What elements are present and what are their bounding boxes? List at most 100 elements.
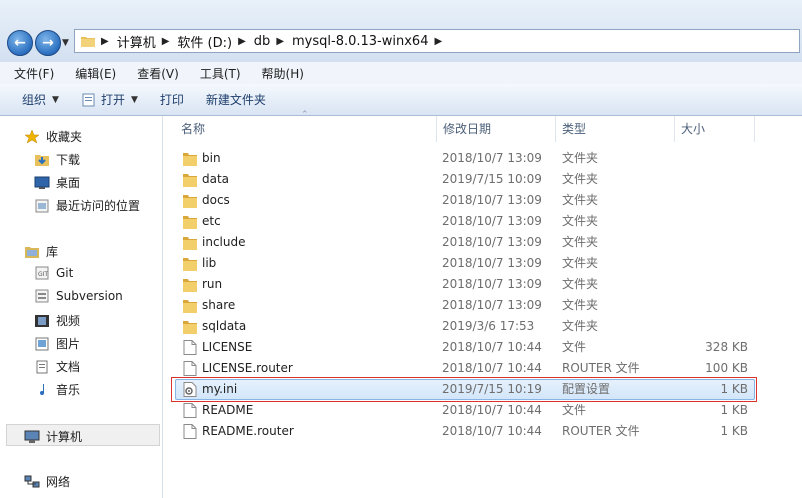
back-button[interactable]: ← (7, 30, 33, 56)
chevron-down-icon: ▼ (130, 94, 138, 105)
file-row[interactable]: LICENSE 2018/10/7 10:44 文件 328 KB (163, 337, 802, 358)
open-button[interactable]: 打开 ▼ (81, 91, 138, 108)
nav-pictures[interactable]: 图片 (34, 335, 80, 352)
column-type[interactable]: 类型 (555, 116, 674, 142)
file-name: lib (202, 256, 217, 270)
file-date: 2018/10/7 13:09 (442, 235, 542, 249)
breadcrumb-computer[interactable]: 计算机 ▶ (117, 32, 178, 51)
file-date: 2018/10/7 13:09 (442, 256, 542, 270)
folder-icon (183, 321, 197, 334)
file-name: LICENSE (202, 340, 253, 354)
menu-edit[interactable]: 编辑(E) (61, 65, 123, 82)
file-icon (183, 403, 197, 418)
new-folder-button[interactable]: 新建文件夹 (206, 91, 266, 108)
column-size[interactable]: 大小 (674, 116, 754, 142)
nav-documents[interactable]: 文档 (34, 358, 80, 375)
nav-favorites[interactable]: 收藏夹 (24, 128, 82, 145)
file-type: 文件夹 (562, 256, 599, 270)
nav-git-label: Git (56, 266, 74, 280)
nav-desktop[interactable]: 桌面 (34, 174, 80, 191)
nav-network[interactable]: 网络 (24, 473, 70, 490)
nav-downloads[interactable]: 下载 (34, 151, 80, 168)
file-date: 2018/10/7 10:44 (442, 424, 542, 438)
file-row[interactable]: README.router 2018/10/7 10:44 ROUTER 文件 1 K… (163, 421, 802, 442)
folder-row[interactable]: bin 2018/10/7 13:09 文件夹 (163, 148, 802, 169)
recent-places-icon (35, 199, 49, 212)
nav-subversion-label: Subversion (56, 289, 123, 303)
subversion-library-icon (35, 289, 49, 303)
menu-file[interactable]: 文件(F) (0, 65, 61, 82)
file-name: LICENSE.router (202, 361, 293, 375)
file-type: 文件夹 (562, 277, 599, 291)
folder-icon (183, 195, 197, 208)
file-name: run (202, 277, 223, 291)
menu-help[interactable]: 帮助(H) (248, 65, 311, 82)
folder-row[interactable]: sqldata 2019/3/6 17:53 文件夹 (163, 316, 802, 337)
file-size (681, 274, 748, 295)
file-type: ROUTER 文件 (562, 361, 640, 375)
folder-row[interactable]: lib 2018/10/7 13:09 文件夹 (163, 253, 802, 274)
nav-git[interactable]: GIT Git (34, 266, 73, 280)
breadcrumb-sep-root[interactable]: ▶ (101, 36, 117, 47)
computer-icon (24, 430, 40, 443)
nav-videos[interactable]: 视频 (34, 312, 80, 329)
folder-row[interactable]: data 2019/7/15 10:09 文件夹 (163, 169, 802, 190)
address-bar[interactable]: ▶ 计算机 ▶ 软件 (D:) ▶ db ▶ mysql-8.0.13-winx64 ▶ (74, 29, 800, 53)
folder-row[interactable]: share 2018/10/7 13:09 文件夹 (163, 295, 802, 316)
folder-row[interactable]: docs 2018/10/7 13:09 文件夹 (163, 190, 802, 211)
organize-label: 组织 (22, 93, 47, 107)
desktop-icon (34, 176, 50, 189)
file-row[interactable]: LICENSE.router 2018/10/7 10:44 ROUTER 文件 10… (163, 358, 802, 379)
breadcrumb-mysql[interactable]: mysql-8.0.13-winx64 ▶ (292, 34, 450, 49)
file-size (681, 253, 748, 274)
history-dropdown-icon[interactable]: ▼ (62, 38, 69, 48)
folder-icon (81, 37, 95, 47)
highlight-annotation (171, 377, 757, 402)
file-row[interactable]: README 2018/10/7 10:44 文件 1 KB (163, 400, 802, 421)
print-button[interactable]: 打印 (160, 91, 184, 108)
file-date: 2018/10/7 13:09 (442, 214, 542, 228)
nav-subversion[interactable]: Subversion (34, 289, 123, 303)
folder-icon (183, 300, 197, 313)
command-bar: 组织 ▼ 打开 ▼ 打印 新建文件夹 (0, 84, 802, 116)
column-divider (754, 116, 755, 142)
file-name: etc (202, 214, 221, 228)
folder-row[interactable]: include 2018/10/7 13:09 文件夹 (163, 232, 802, 253)
menu-tools[interactable]: 工具(T) (186, 65, 248, 82)
print-label: 打印 (159, 93, 184, 107)
breadcrumb-db[interactable]: db ▶ (254, 34, 292, 49)
nav-favorites-label: 收藏夹 (46, 130, 83, 144)
forward-button[interactable]: → (35, 30, 61, 56)
nav-libraries[interactable]: 库 (24, 243, 58, 260)
file-size: 1 KB (720, 424, 748, 438)
file-name: docs (202, 193, 230, 207)
folder-icon (183, 216, 197, 229)
nav-recent[interactable]: 最近访问的位置 (34, 197, 140, 214)
folder-icon (183, 258, 197, 271)
downloads-icon (35, 154, 49, 166)
new-folder-label: 新建文件夹 (205, 93, 266, 107)
file-date: 2019/3/6 17:53 (442, 319, 535, 333)
folder-icon (183, 279, 197, 292)
nav-computer[interactable]: 计算机 (24, 428, 82, 445)
file-size (681, 169, 748, 190)
file-date: 2018/10/7 10:44 (442, 361, 542, 375)
breadcrumb-drive-d[interactable]: 软件 (D:) ▶ (177, 32, 253, 51)
folder-row[interactable]: etc 2018/10/7 13:09 文件夹 (163, 211, 802, 232)
file-type: 文件夹 (562, 151, 599, 165)
video-icon (35, 314, 49, 327)
file-type: 文件夹 (562, 214, 599, 228)
chevron-down-icon: ▼ (52, 94, 59, 105)
column-date[interactable]: 修改日期 (436, 116, 555, 142)
git-library-icon: GIT (35, 266, 49, 280)
organize-button[interactable]: 组织 ▼ (22, 91, 59, 108)
file-name: bin (202, 151, 221, 165)
file-icon (183, 361, 197, 376)
folder-row[interactable]: run 2018/10/7 13:09 文件夹 (163, 274, 802, 295)
nav-music[interactable]: 音乐 (34, 381, 80, 398)
nav-documents-label: 文档 (56, 360, 81, 374)
file-type: ROUTER 文件 (562, 424, 640, 438)
folder-icon (183, 237, 197, 250)
column-name[interactable]: 名称 (175, 116, 435, 142)
menu-view[interactable]: 查看(V) (123, 65, 186, 82)
